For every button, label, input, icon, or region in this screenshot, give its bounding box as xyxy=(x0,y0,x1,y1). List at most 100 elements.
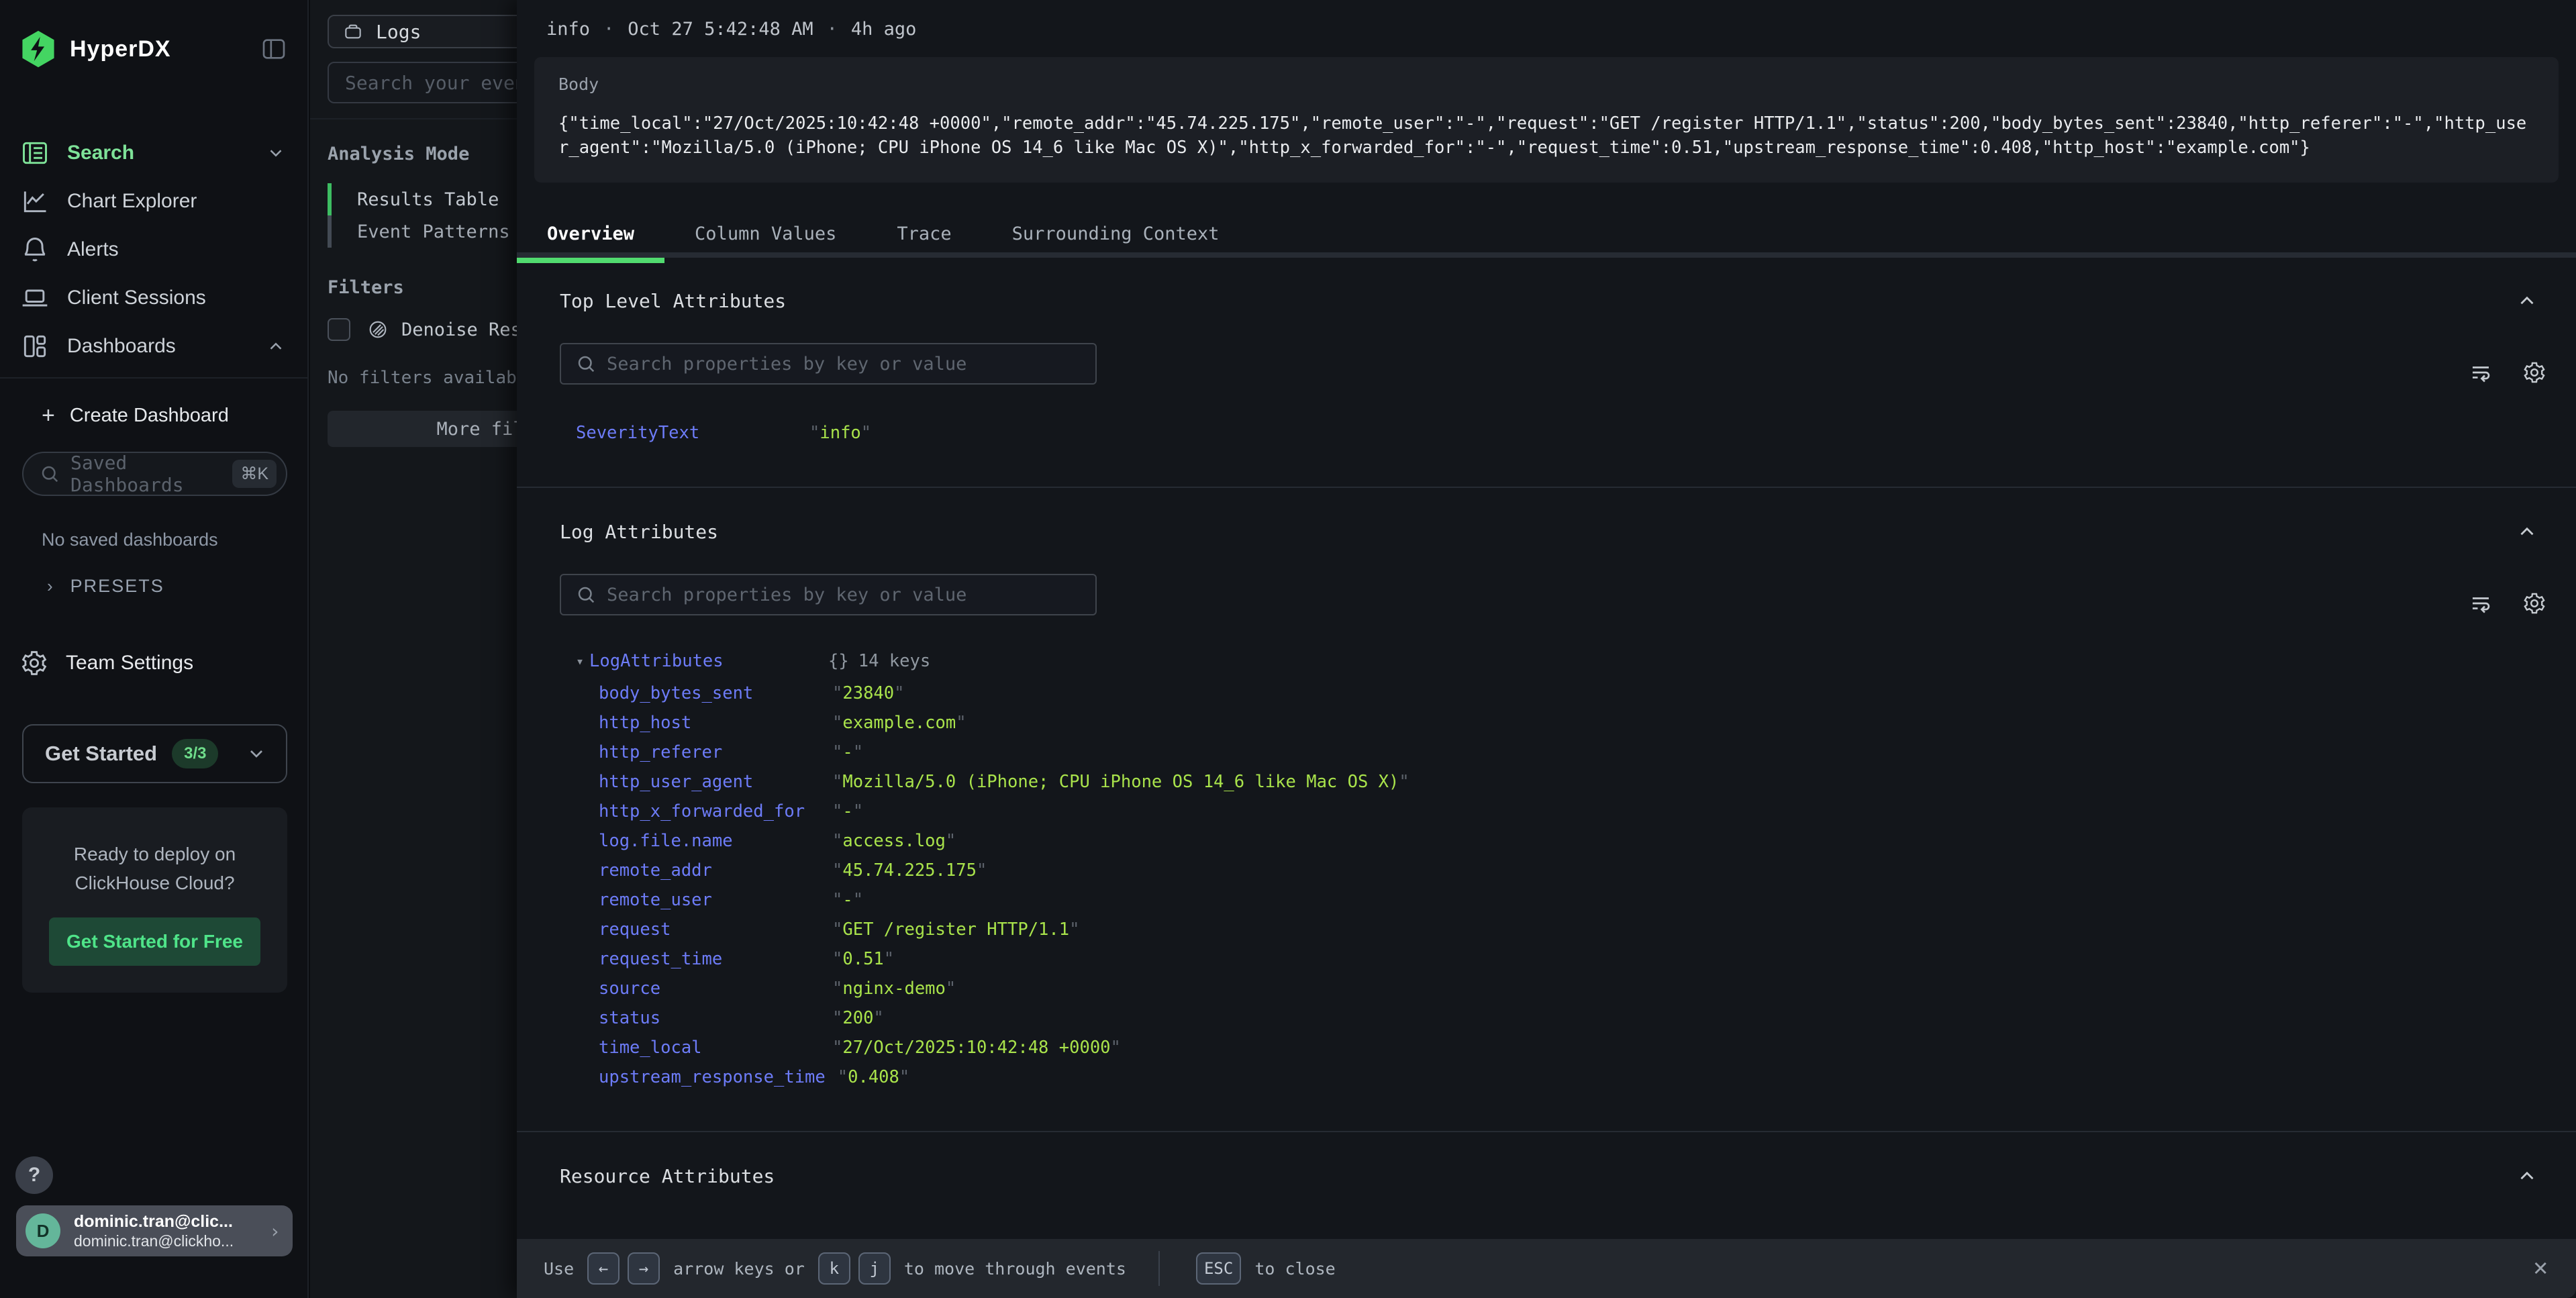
dashboard-grid-icon xyxy=(20,332,50,361)
attribute-key[interactable]: status xyxy=(599,1008,820,1028)
section-title-log-attributes: Log Attributes xyxy=(560,521,2516,543)
hint-use: Use xyxy=(544,1259,574,1279)
footer-divider xyxy=(1158,1251,1160,1286)
wrap-lines-icon[interactable] xyxy=(2469,591,2493,615)
sidebar-nav: Search Chart Explorer Alerts Client Sess… xyxy=(0,129,307,370)
sidebar-item-chart-explorer[interactable]: Chart Explorer xyxy=(0,177,307,226)
attribute-key[interactable]: http_host xyxy=(599,713,820,733)
log-attributes-root-key[interactable]: LogAttributes xyxy=(589,651,828,671)
attribute-value[interactable]: - xyxy=(832,742,863,762)
search-icon xyxy=(576,354,596,374)
collapse-section-icon[interactable] xyxy=(2516,1164,2538,1187)
close-panel-icon[interactable]: ✕ xyxy=(2533,1254,2548,1281)
caret-down-icon[interactable]: ▾ xyxy=(576,653,584,669)
sidebar-item-label: Dashboards xyxy=(67,335,176,358)
collapse-sidebar-icon[interactable] xyxy=(260,36,287,62)
attribute-key[interactable]: body_bytes_sent xyxy=(599,683,820,703)
settings-gear-icon[interactable] xyxy=(2522,591,2546,615)
attribute-key[interactable]: http_x_forwarded_for xyxy=(599,801,820,821)
event-meta-row: info · Oct 27 5:42:48 AM · 4h ago xyxy=(517,0,2576,40)
attribute-value[interactable]: GET /register HTTP/1.1 xyxy=(832,919,1079,940)
presets-toggle[interactable]: › PRESETS xyxy=(0,550,307,597)
attribute-key[interactable]: time_local xyxy=(599,1038,820,1058)
sidebar-item-alerts[interactable]: Alerts xyxy=(0,226,307,274)
attribute-key[interactable]: source xyxy=(599,979,820,999)
arrow-left-key: ← xyxy=(587,1252,620,1285)
attribute-value[interactable]: 23840 xyxy=(832,683,904,703)
user-menu[interactable]: D dominic.tran@clic... dominic.tran@clic… xyxy=(16,1205,293,1256)
get-started-dropdown[interactable]: Get Started 3/3 xyxy=(22,724,287,783)
sidebar-item-dashboards[interactable]: Dashboards xyxy=(0,322,307,370)
active-mode-indicator xyxy=(328,183,332,215)
saved-dashboards-search[interactable]: Saved Dashboards ⌘K xyxy=(22,452,287,496)
help-button[interactable]: ? xyxy=(15,1156,53,1194)
attribute-row: body_bytes_sent 23840 xyxy=(576,679,2576,708)
chevron-up-icon xyxy=(266,336,286,356)
attribute-key[interactable]: request_time xyxy=(599,949,820,969)
braces-icon: {} xyxy=(828,651,849,671)
clickhouse-cloud-card: Ready to deploy on ClickHouse Cloud? Get… xyxy=(22,807,287,993)
attribute-value[interactable]: 200 xyxy=(832,1008,884,1028)
attribute-value[interactable]: nginx-demo xyxy=(832,979,956,999)
create-dashboard-button[interactable]: + Create Dashboard xyxy=(0,379,307,446)
chevron-down-icon xyxy=(246,743,267,764)
attribute-key[interactable]: http_user_agent xyxy=(599,772,820,792)
attribute-row: time_local 27/Oct/2025:10:42:48 +0000 xyxy=(576,1033,2576,1062)
section-title-resource: Resource Attributes xyxy=(560,1165,2516,1187)
log-attributes-search-input[interactable]: Search properties by key or value xyxy=(560,574,1097,615)
attribute-value[interactable]: - xyxy=(832,801,863,821)
user-email: dominic.tran@clickho... xyxy=(74,1232,269,1250)
denoise-checkbox[interactable] xyxy=(328,318,350,341)
body-label: Body xyxy=(558,74,2534,94)
j-key: j xyxy=(858,1252,891,1285)
team-settings-button[interactable]: Team Settings xyxy=(0,597,307,677)
tab-surrounding-context[interactable]: Surrounding Context xyxy=(982,209,1250,258)
attribute-value[interactable]: example.com xyxy=(832,713,967,733)
attribute-value[interactable]: 0.408 xyxy=(838,1067,909,1087)
section-title-top-level: Top Level Attributes xyxy=(560,290,2516,312)
collapse-section-icon[interactable] xyxy=(2516,289,2538,312)
tab-overview[interactable]: Overview xyxy=(517,209,664,258)
tab-column-values[interactable]: Column Values xyxy=(664,209,866,258)
search-placeholder: Search properties by key or value xyxy=(607,585,967,605)
search-icon xyxy=(576,585,596,605)
attribute-value[interactable]: info xyxy=(809,423,871,443)
attribute-value[interactable]: 0.51 xyxy=(832,949,894,969)
sidebar-item-label: Chart Explorer xyxy=(67,190,197,213)
attribute-row: upstream_response_time 0.408 xyxy=(576,1062,2576,1092)
attribute-key[interactable]: SeverityText xyxy=(576,423,797,443)
bell-icon xyxy=(20,235,50,264)
user-avatar: D xyxy=(26,1213,60,1248)
event-body-box: Body {"time_local":"27/Oct/2025:10:42:48… xyxy=(534,57,2559,183)
attribute-row: http_referer - xyxy=(576,738,2576,767)
attribute-value[interactable]: access.log xyxy=(832,831,956,851)
sidebar-item-search[interactable]: Search xyxy=(0,129,307,177)
hint-arrows: arrow keys or xyxy=(673,1259,805,1279)
attribute-key[interactable]: http_referer xyxy=(599,742,820,762)
hyperdx-logo-icon xyxy=(19,30,58,68)
get-started-label: Get Started xyxy=(45,742,157,766)
attribute-value[interactable]: Mozilla/5.0 (iPhone; CPU iPhone OS 14_6 … xyxy=(832,772,1409,792)
attribute-value[interactable]: - xyxy=(832,890,863,910)
attribute-key[interactable]: remote_user xyxy=(599,890,820,910)
tab-trace[interactable]: Trace xyxy=(866,209,981,258)
top-level-search-input[interactable]: Search properties by key or value xyxy=(560,343,1097,385)
wrap-lines-icon[interactable] xyxy=(2469,360,2493,385)
get-started-free-button[interactable]: Get Started for Free xyxy=(49,917,260,966)
sidebar-item-client-sessions[interactable]: Client Sessions xyxy=(0,274,307,322)
attribute-key[interactable]: upstream_response_time xyxy=(599,1067,826,1087)
sidebar-item-label: Search xyxy=(67,142,134,164)
collapse-section-icon[interactable] xyxy=(2516,520,2538,543)
hint-move: to move through events xyxy=(904,1259,1126,1279)
attribute-key[interactable]: log.file.name xyxy=(599,831,820,851)
chevron-right-icon: › xyxy=(47,576,54,597)
attribute-value[interactable]: 27/Oct/2025:10:42:48 +0000 xyxy=(832,1038,1121,1058)
k-key: k xyxy=(818,1252,850,1285)
hint-close: to close xyxy=(1254,1259,1335,1279)
sidebar-item-label: Client Sessions xyxy=(67,287,206,309)
attribute-key[interactable]: remote_addr xyxy=(599,860,820,881)
attribute-key[interactable]: request xyxy=(599,919,820,940)
attribute-value[interactable]: 45.74.225.175 xyxy=(832,860,987,881)
get-started-progress-badge: 3/3 xyxy=(172,739,218,768)
settings-gear-icon[interactable] xyxy=(2522,360,2546,385)
